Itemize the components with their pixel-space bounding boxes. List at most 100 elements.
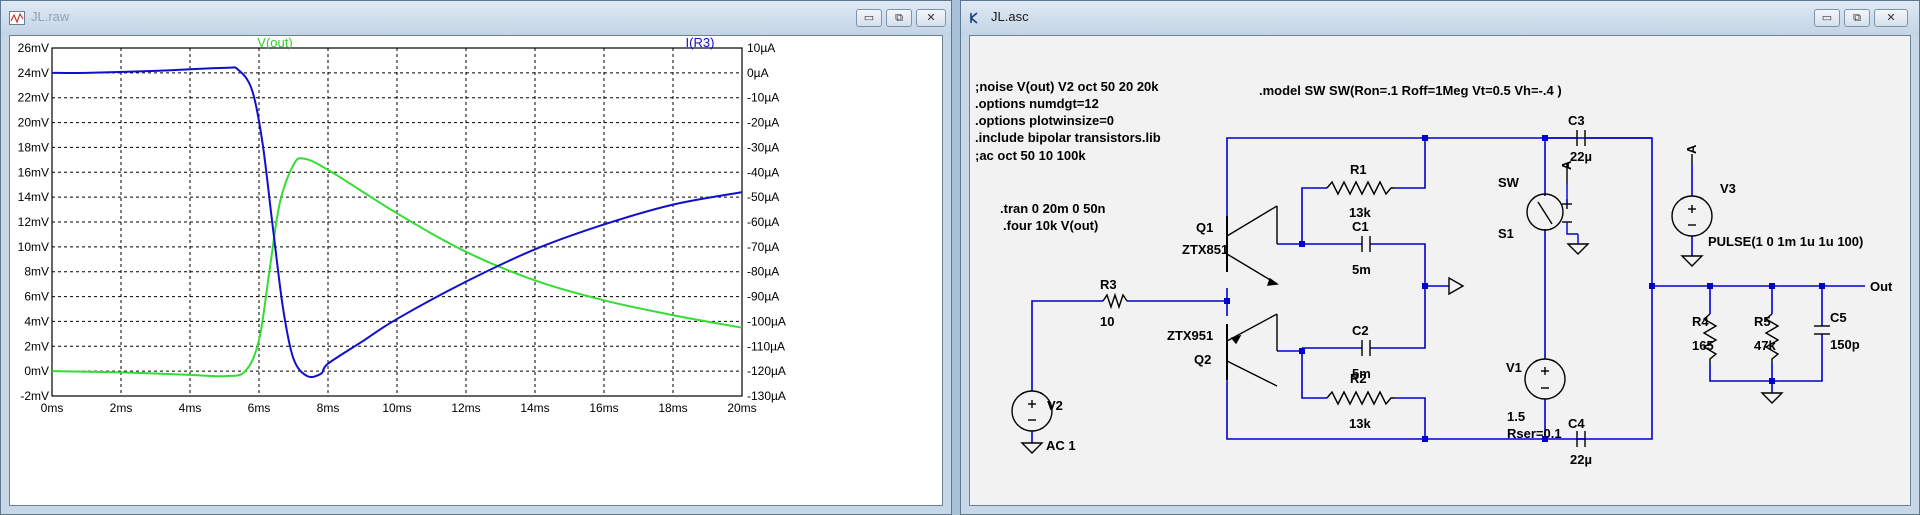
left-tick-label: -2mV (20, 389, 49, 403)
c3-name: C3 (1568, 113, 1585, 128)
v2-source[interactable] (1011, 390, 1053, 432)
schematic-window-titlebar[interactable]: JL.asc ▭ ⧉ ✕ (961, 1, 1919, 35)
left-tick-label: 26mV (18, 41, 49, 55)
v1-source[interactable] (1524, 358, 1566, 400)
plot-area[interactable]: 0ms 2ms 4ms 6ms 8ms 10ms 12ms 14ms 16ms 18ms 20ms -… (9, 35, 943, 506)
close-button[interactable]: ✕ (1874, 9, 1908, 27)
v3-source[interactable] (1671, 195, 1713, 237)
restore-button[interactable]: ⧉ (1844, 9, 1870, 27)
right-tick-label: -130µA (747, 389, 786, 403)
x-tick-label: 20ms (727, 401, 756, 415)
schematic-canvas[interactable]: ;noise V(out) V2 oct 50 20 20k .options … (969, 35, 1911, 506)
ground-icon (1020, 442, 1044, 454)
ac-directive[interactable]: ;ac oct 50 10 100k (975, 148, 1086, 163)
left-tick-label: 18mV (18, 140, 49, 154)
schematic-drawing[interactable]: ;noise V(out) V2 oct 50 20 20k .options … (970, 36, 1912, 507)
net-label-out: Out (1870, 279, 1893, 294)
numdgt-directive[interactable]: .options numdgt=12 (975, 96, 1099, 111)
r1-name: R1 (1350, 162, 1367, 177)
right-tick-label: -50µA (747, 190, 779, 204)
right-tick-label: -20µA (747, 116, 779, 130)
x-tick-label: 18ms (658, 401, 687, 415)
q1-transistor[interactable] (1226, 138, 1279, 286)
c1-value: 5m (1352, 262, 1371, 277)
schematic-app-icon (970, 12, 978, 24)
waveform-plot[interactable]: 0ms 2ms 4ms 6ms 8ms 10ms 12ms 14ms 16ms 18ms 20ms-… (10, 35, 944, 507)
right-tick-label: -100µA (747, 314, 786, 328)
x-tick-label: 14ms (520, 401, 549, 415)
left-tick-label: 24mV (18, 66, 49, 80)
right-tick-label: -80µA (747, 265, 779, 279)
plotwinsize-directive[interactable]: .options plotwinsize=0 (975, 113, 1114, 128)
x-tick-label: 8ms (317, 401, 340, 415)
c5-name: C5 (1830, 310, 1847, 325)
left-tick-label: 16mV (18, 165, 49, 179)
noise-directive[interactable]: ;noise V(out) V2 oct 50 20 20k (975, 79, 1159, 94)
r4-value: 165 (1692, 338, 1714, 353)
right-tick-label: 10µA (747, 41, 775, 55)
include-directive[interactable]: .include bipolar transistors.lib (975, 130, 1161, 145)
q2-value: ZTX951 (1167, 328, 1213, 343)
ir3-trace-label[interactable]: I(R3) (686, 35, 715, 50)
r3-resistor[interactable] (1102, 292, 1128, 310)
c2-capacitor[interactable] (1361, 340, 1371, 356)
r1-value: 13k (1349, 205, 1371, 220)
plot-window-title: JL.raw (31, 9, 70, 24)
q2-name: Q2 (1194, 352, 1211, 367)
r2-resistor[interactable] (1326, 390, 1395, 406)
waveform-app-icon (9, 11, 25, 25)
left-tick-label: 10mV (18, 240, 49, 254)
left-tick-label: 0mV (24, 364, 49, 378)
r5-value: 47k (1754, 338, 1776, 353)
x-tick-label: 6ms (248, 401, 271, 415)
minimize-button[interactable]: ▭ (1814, 9, 1840, 27)
q1-value: ZTX851 (1182, 242, 1228, 257)
plot-window: JL.raw ▭ ⧉ ✕ 0ms 2ms 4ms 6ms 8ms 10ms 12ms 14ms… (0, 0, 952, 515)
c4-name: C4 (1568, 416, 1585, 431)
left-tick-label: 20mV (18, 116, 49, 130)
v3-name: V3 (1720, 181, 1736, 196)
close-button[interactable]: ✕ (916, 9, 946, 27)
left-tick-label: 6mV (24, 290, 49, 304)
r1-resistor[interactable] (1326, 180, 1395, 196)
right-tick-label: -10µA (747, 91, 779, 105)
right-tick-label: -40µA (747, 165, 779, 179)
right-tick-label: -90µA (747, 290, 779, 304)
ground-icon (1680, 255, 1704, 267)
s1-switch[interactable] (1526, 184, 1578, 235)
restore-button[interactable]: ⧉ (886, 9, 912, 27)
output-flag-icon (1448, 276, 1465, 296)
c4-value: 22µ (1570, 452, 1592, 467)
r4-name: R4 (1692, 314, 1709, 329)
x-tick-label: 2ms (110, 401, 133, 415)
right-tick-label: -60µA (747, 215, 779, 229)
model-directive[interactable]: .model SW SW(Ron=.1 Roff=1Meg Vt=0.5 Vh=… (1259, 83, 1562, 98)
vout-trace-label[interactable]: V(out) (257, 35, 292, 50)
schematic-window-title: JL.asc (991, 9, 1029, 24)
right-tick-label: -110µA (747, 339, 785, 353)
right-tick-label: -120µA (747, 364, 786, 378)
plot-window-titlebar[interactable]: JL.raw ▭ ⧉ ✕ (1, 1, 951, 35)
ground-icon (1566, 243, 1590, 255)
x-tick-label: 10ms (382, 401, 411, 415)
x-tick-label: 16ms (589, 401, 618, 415)
right-tick-label: 0µA (747, 66, 769, 80)
r5-name: R5 (1754, 314, 1771, 329)
q1-name: Q1 (1196, 220, 1213, 235)
x-tick-label: 0ms (41, 401, 64, 415)
v1-rser: Rser=0.1 (1507, 426, 1562, 441)
schematic-window: JL.asc ▭ ⧉ ✕ ;noise V(out) V2 oct 50 20 … (960, 0, 1920, 515)
minimize-button[interactable]: ▭ (856, 9, 882, 27)
r3-value: 10 (1100, 314, 1114, 329)
tran-directive[interactable]: .tran 0 20m 0 50n (1000, 201, 1106, 216)
r2-value: 13k (1349, 416, 1371, 431)
four-directive[interactable]: .four 10k V(out) (1003, 218, 1098, 233)
left-tick-label: 22mV (18, 91, 49, 105)
r3-name: R3 (1100, 277, 1117, 292)
s1-name: S1 (1498, 226, 1514, 241)
q2-transistor[interactable] (1226, 313, 1278, 387)
v3-value: PULSE(1 0 1m 1u 1u 100) (1708, 234, 1863, 249)
c5-capacitor[interactable] (1814, 325, 1830, 335)
c1-capacitor[interactable] (1361, 236, 1371, 252)
ground-icon (1760, 392, 1784, 404)
